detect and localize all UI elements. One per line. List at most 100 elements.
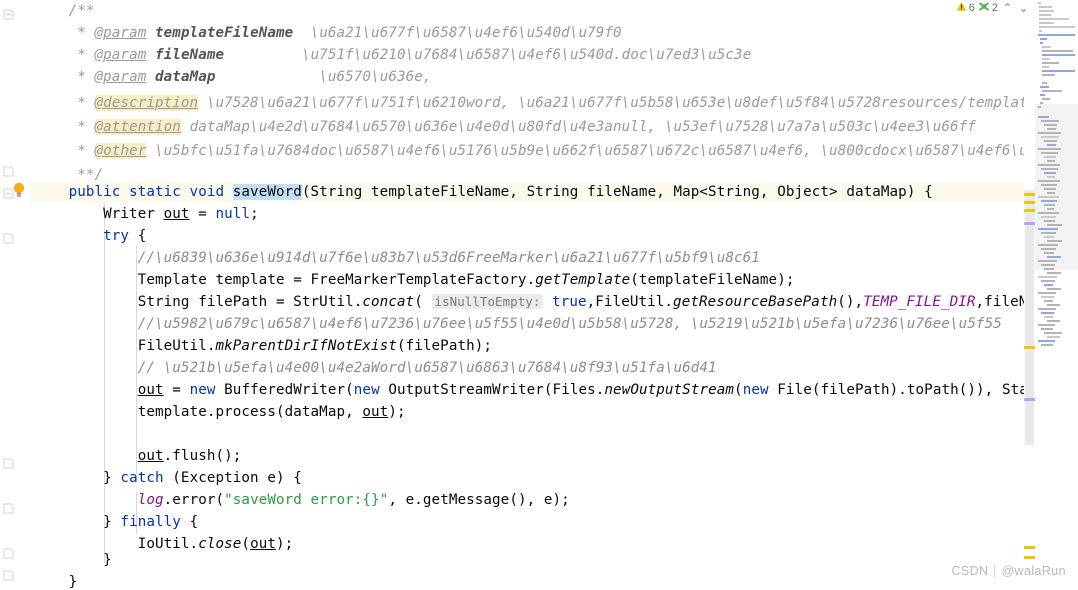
minimap-line [1041,200,1057,202]
code-fold-icon[interactable] [3,233,14,244]
minimap-line [1038,292,1057,294]
code-fold-icon[interactable] [3,166,14,177]
minimap-line [1044,204,1056,206]
minimap-line [1047,304,1061,306]
code-fold-icon[interactable] [3,548,14,559]
minimap-line [1038,196,1060,198]
code-fold-icon[interactable] [3,9,14,20]
minimap-line [1044,300,1053,302]
error-stripe-scrollbar[interactable] [1024,0,1035,590]
minimap-line [1047,288,1061,290]
minimap-line [1041,312,1054,314]
watermark: CSDN @walaRun [951,564,1066,578]
minimap-line [1041,152,1059,154]
warning-count-group[interactable]: 6 [956,1,975,15]
code-line: FileUtil.mkParentDirIfNotExist(filePath)… [34,338,493,354]
minimap-line [1047,256,1062,258]
minimap-line [1041,136,1059,138]
code-line: * @param fileName \u751f\u6210\u7684\u65… [34,47,752,63]
minimap-line [1044,172,1056,174]
minimap-line [1038,244,1058,246]
watermark-site: CSDN [951,564,989,578]
minimap-line [1042,46,1052,48]
minimap-line [1038,276,1057,278]
minimap-line [1038,10,1054,12]
minimap-line [1038,34,1075,36]
minimap-line [1042,82,1048,84]
minimap-line [1047,160,1056,162]
minimap-line [1047,240,1062,242]
minimap-line [1047,192,1055,194]
minimap-line [1044,332,1062,334]
warning-marker[interactable] [1024,546,1035,549]
minimap-line [1038,22,1055,24]
minimap-line [1044,316,1053,318]
minimap-line [1040,102,1044,104]
minimap-line [1044,236,1055,238]
code-fold-icon[interactable] [3,458,14,469]
minimap-line [1042,62,1059,64]
minimap-line [1038,180,1060,182]
chevron-down-icon[interactable]: ⌄ [1017,1,1030,15]
warning-marker[interactable] [1024,556,1035,559]
minimap-line [1042,50,1073,52]
code-fold-icon[interactable] [3,503,14,514]
minimap-line [1038,14,1051,16]
minimap-line [1038,308,1056,310]
weak-warning-marker[interactable] [1024,398,1035,401]
minimap-line [1041,328,1054,330]
scrollbar-thumb[interactable] [1025,190,1034,445]
minimap-line [1047,176,1055,178]
warning-marker[interactable] [1024,201,1035,204]
code-minimap[interactable] [1035,0,1078,590]
code-line: * @param dataMap \u6570\u636e, [34,69,432,85]
minimap-line [1038,164,1061,166]
minimap-line [1041,280,1055,282]
minimap-line [1047,144,1056,146]
minimap-line [1038,26,1075,28]
minimap-line [1042,54,1075,56]
code-line: } [34,574,78,590]
minimap-line [1047,336,1060,338]
minimap-line [1044,284,1054,286]
minimap-line [1041,216,1057,218]
code-line: * @other \u5bfc\u51fa\u7684doc\u6587\u4e… [34,143,1030,159]
inspection-widget[interactable]: 6 2 ⌃ ⌄ [956,0,1030,16]
minimap-line [1041,344,1053,346]
inline-parameter-hint: isNullToEmpty: [431,294,544,309]
minimap-line [1038,212,1059,214]
minimap-line [1038,6,1052,8]
chevron-up-icon[interactable]: ⌃ [1001,1,1014,15]
lightbulb-icon[interactable] [12,182,26,198]
warning-count: 6 [968,2,975,14]
minimap-line [1042,74,1055,76]
minimap-line [1040,86,1050,88]
minimap-line [1038,2,1041,4]
minimap-line [1044,156,1057,158]
minimap-line [1038,30,1042,32]
minimap-line [1038,324,1056,326]
warning-marker[interactable] [1024,346,1035,349]
code-line: // \u521b\u5efa\u4e00\u4e2aWord\u6587\u6… [137,360,717,376]
minimap-line [1044,188,1056,190]
code-line: String filePath = StrUtil.concat( isNull… [34,294,1030,310]
code-fold-icon[interactable] [3,570,14,581]
minimap-line [1044,252,1055,254]
code-line: //\u5982\u679c\u6587\u4ef6\u7236\u76ee\u… [137,316,1002,332]
minimap-line [1042,70,1075,72]
editor-gutter [0,0,30,590]
code-line: } [34,552,112,568]
code-line: Template template = FreeMarkerTemplateFa… [34,272,795,288]
minimap-line [1040,42,1044,44]
warning-marker[interactable] [1024,193,1035,196]
code-line: /** [34,3,95,19]
minimap-line [1038,340,1055,342]
minimap-line [1047,320,1061,322]
warning-marker[interactable] [1024,209,1035,212]
editor-text-area[interactable]: /** * @param templateFileName \u6a21\u67… [30,0,1030,590]
code-line: * @param templateFileName \u6a21\u677f\u… [34,25,622,41]
weak-warning-count-group[interactable]: 2 [978,1,998,15]
weak-warning-marker[interactable] [1024,222,1035,225]
code-line: log.error("saveWord error:{}", e.getMess… [137,492,570,508]
minimap-line [1047,128,1056,130]
